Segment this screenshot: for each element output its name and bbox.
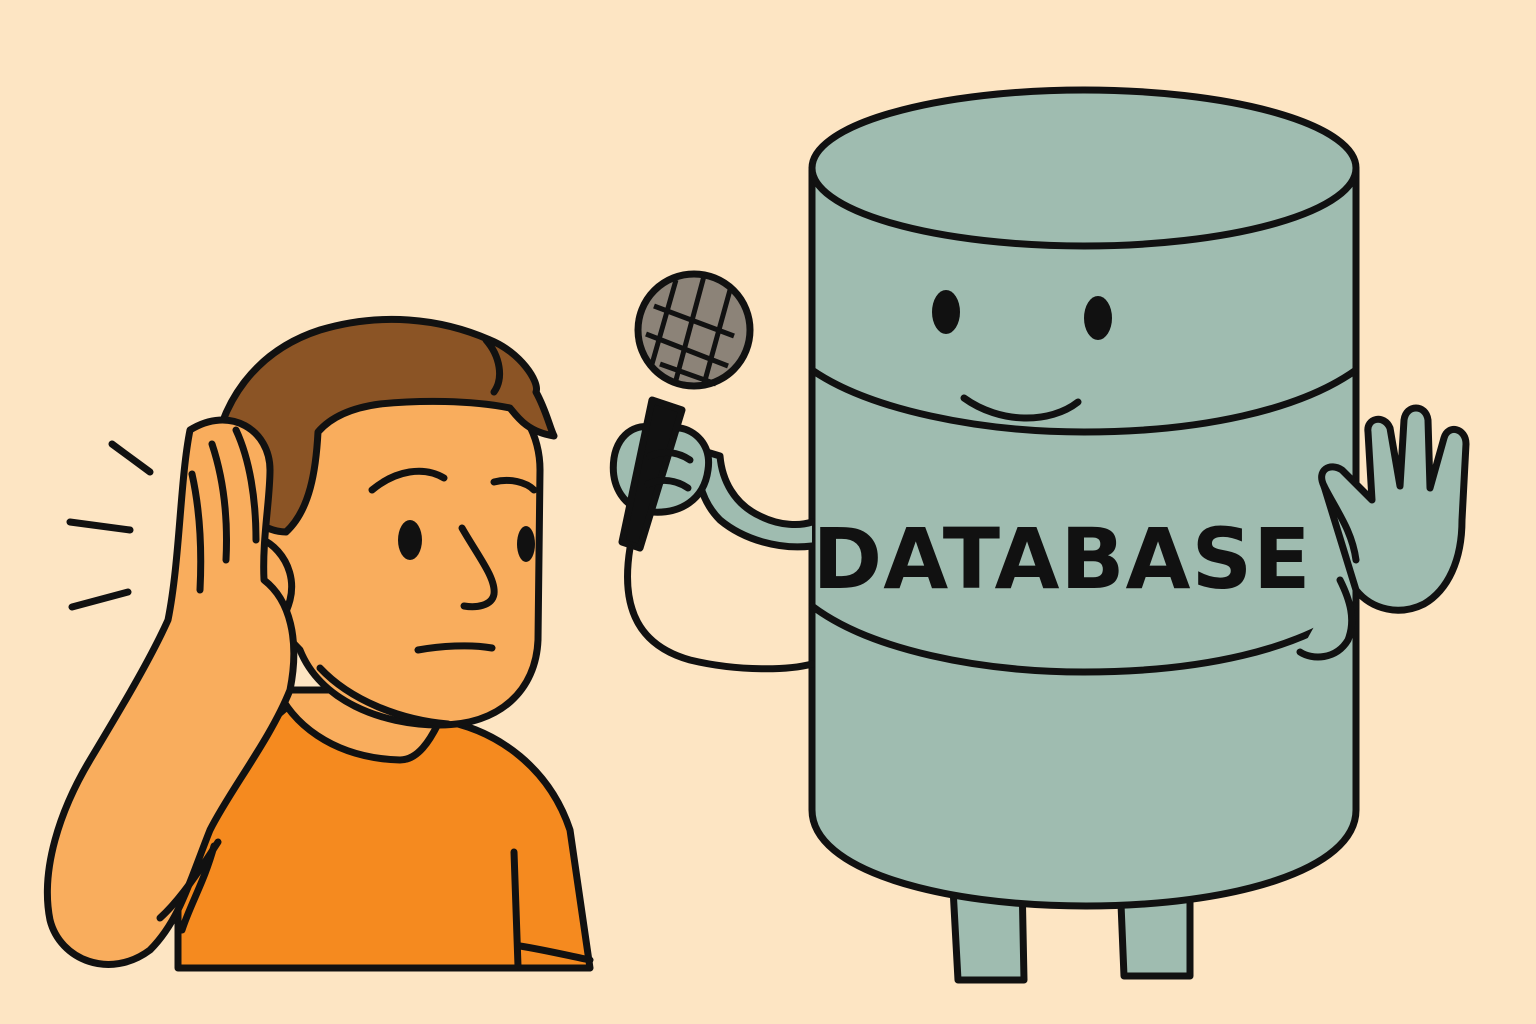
db-eye-left — [932, 290, 960, 334]
sound-lines-icon — [66, 440, 154, 611]
database-top — [808, 86, 1360, 250]
eye-left — [398, 520, 422, 560]
db-eye-right — [1084, 296, 1112, 340]
mic-cable — [624, 544, 816, 673]
mouth — [414, 642, 496, 654]
eye-right — [517, 526, 535, 562]
database-character: DATABASE — [609, 86, 1470, 984]
database-label: DATABASE — [813, 510, 1312, 608]
illustration: DATABASE — [43, 86, 1470, 984]
person — [43, 315, 594, 972]
db-arm-left — [694, 446, 816, 551]
